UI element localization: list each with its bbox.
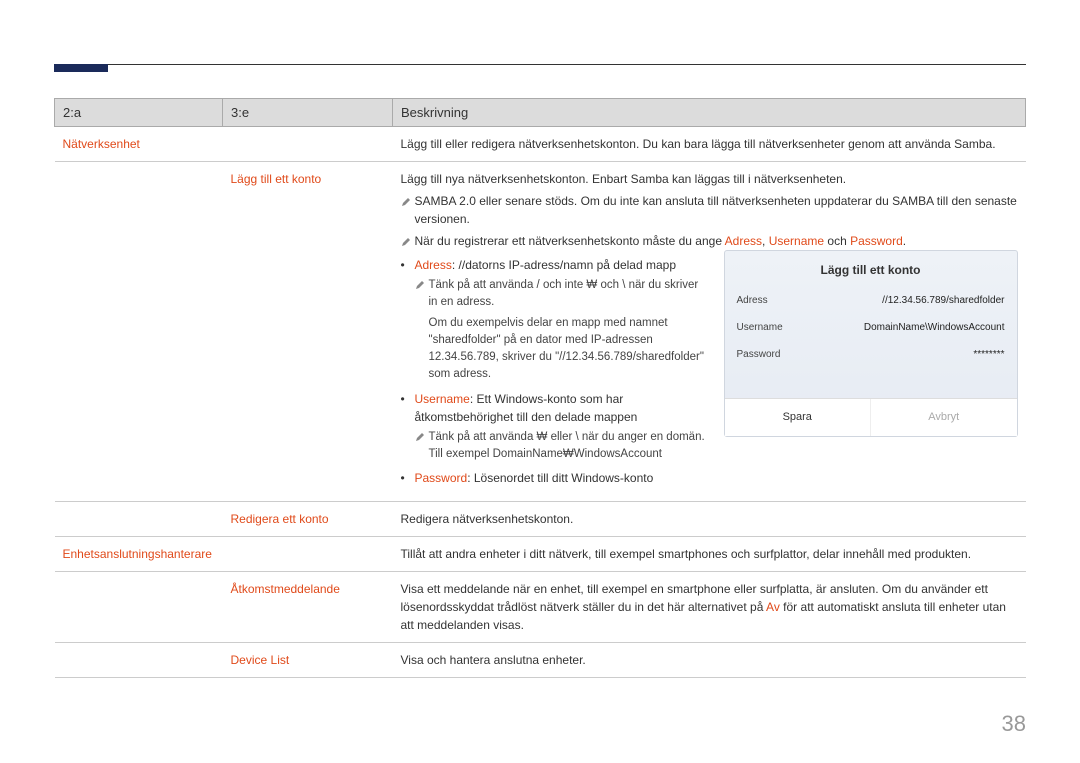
settings-table: 2:a 3:e Beskrivning Nätverksenhet Lägg t…: [54, 98, 1026, 678]
table-row: Lägg till ett konto Lägg till nya nätver…: [55, 162, 1026, 502]
save-button[interactable]: Spara: [725, 399, 872, 436]
bullet-area: Adress: //datorns IP-adress/namn på dela…: [401, 250, 708, 493]
cell-c2: Lägg till ett konto: [223, 162, 393, 502]
header-accent: [54, 64, 108, 72]
note-line: SAMBA 2.0 eller senare stöds. Om du inte…: [401, 192, 1018, 228]
intro-text: Lägg till nya nätverksenhetskonton. Enba…: [401, 170, 1018, 188]
cell-desc: Tillåt att andra enheter i ditt nätverk,…: [393, 537, 1026, 572]
dialog-title: Lägg till ett konto: [725, 251, 1017, 287]
th-col2: 3:e: [223, 99, 393, 127]
cell-c1: [55, 162, 223, 502]
note-text: SAMBA 2.0 eller senare stöds. Om du inte…: [415, 194, 1017, 226]
cell-c1: [55, 572, 223, 643]
cell-desc: Lägg till eller redigera nätverksenhetsk…: [393, 127, 1026, 162]
page-number: 38: [1002, 711, 1026, 737]
sub-note: Tänk på att använda / och inte ₩ och \ n…: [415, 277, 708, 312]
table-row: Åtkomstmeddelande Visa ett meddelande nä…: [55, 572, 1026, 643]
th-col1: 2:a: [55, 99, 223, 127]
header-rule: [54, 64, 1026, 65]
cell-desc: Visa ett meddelande när en enhet, till e…: [393, 572, 1026, 643]
cell-c1: [55, 502, 223, 537]
note-text: När du registrerar ett nätverksenhetskon…: [415, 234, 907, 248]
cell-c2: [223, 537, 393, 572]
cell-desc: Lägg till nya nätverksenhetskonton. Enba…: [393, 162, 1026, 502]
bullet-item: Password: Lösenordet till ditt Windows-k…: [401, 469, 708, 487]
add-account-dialog: Lägg till ett konto Adress//12.34.56.789…: [724, 250, 1018, 437]
cell-c1: [55, 643, 223, 678]
table-row: Enhetsanslutningshanterare Tillåt att an…: [55, 537, 1026, 572]
sub-note: Tänk på att använda ₩ eller \ när du ang…: [415, 429, 708, 464]
table-row: Redigera ett konto Redigera nätverksenhe…: [55, 502, 1026, 537]
table-row: Device List Visa och hantera anslutna en…: [55, 643, 1026, 678]
cell-c2: [223, 127, 393, 162]
content: 2:a 3:e Beskrivning Nätverksenhet Lägg t…: [54, 98, 1026, 678]
pencil-icon: [401, 194, 411, 204]
pencil-icon: [415, 279, 425, 296]
dialog-row: Password********: [725, 341, 1017, 368]
cell-desc: Visa och hantera anslutna enheter.: [393, 643, 1026, 678]
cancel-button[interactable]: Avbryt: [871, 399, 1017, 436]
dialog-row: UsernameDomainName\WindowsAccount: [725, 314, 1017, 341]
note-line: När du registrerar ett nätverksenhetskon…: [401, 232, 1018, 250]
bullet-item: Adress: //datorns IP-adress/namn på dela…: [401, 256, 708, 384]
pencil-icon: [415, 431, 425, 448]
th-col3: Beskrivning: [393, 99, 1026, 127]
sub-note: Om du exempelvis delar en mapp med namne…: [415, 315, 708, 384]
cell-c1: Nätverksenhet: [55, 127, 223, 162]
cell-c2: Åtkomstmeddelande: [223, 572, 393, 643]
table-row: Nätverksenhet Lägg till eller redigera n…: [55, 127, 1026, 162]
cell-c2: Device List: [223, 643, 393, 678]
pencil-icon: [401, 234, 411, 244]
cell-c1: Enhetsanslutningshanterare: [55, 537, 223, 572]
bullet-item: Username: Ett Windows-konto som har åtko…: [401, 390, 708, 464]
cell-c2: Redigera ett konto: [223, 502, 393, 537]
dialog-row: Adress//12.34.56.789/sharedfolder: [725, 287, 1017, 314]
cell-desc: Redigera nätverksenhetskonton.: [393, 502, 1026, 537]
